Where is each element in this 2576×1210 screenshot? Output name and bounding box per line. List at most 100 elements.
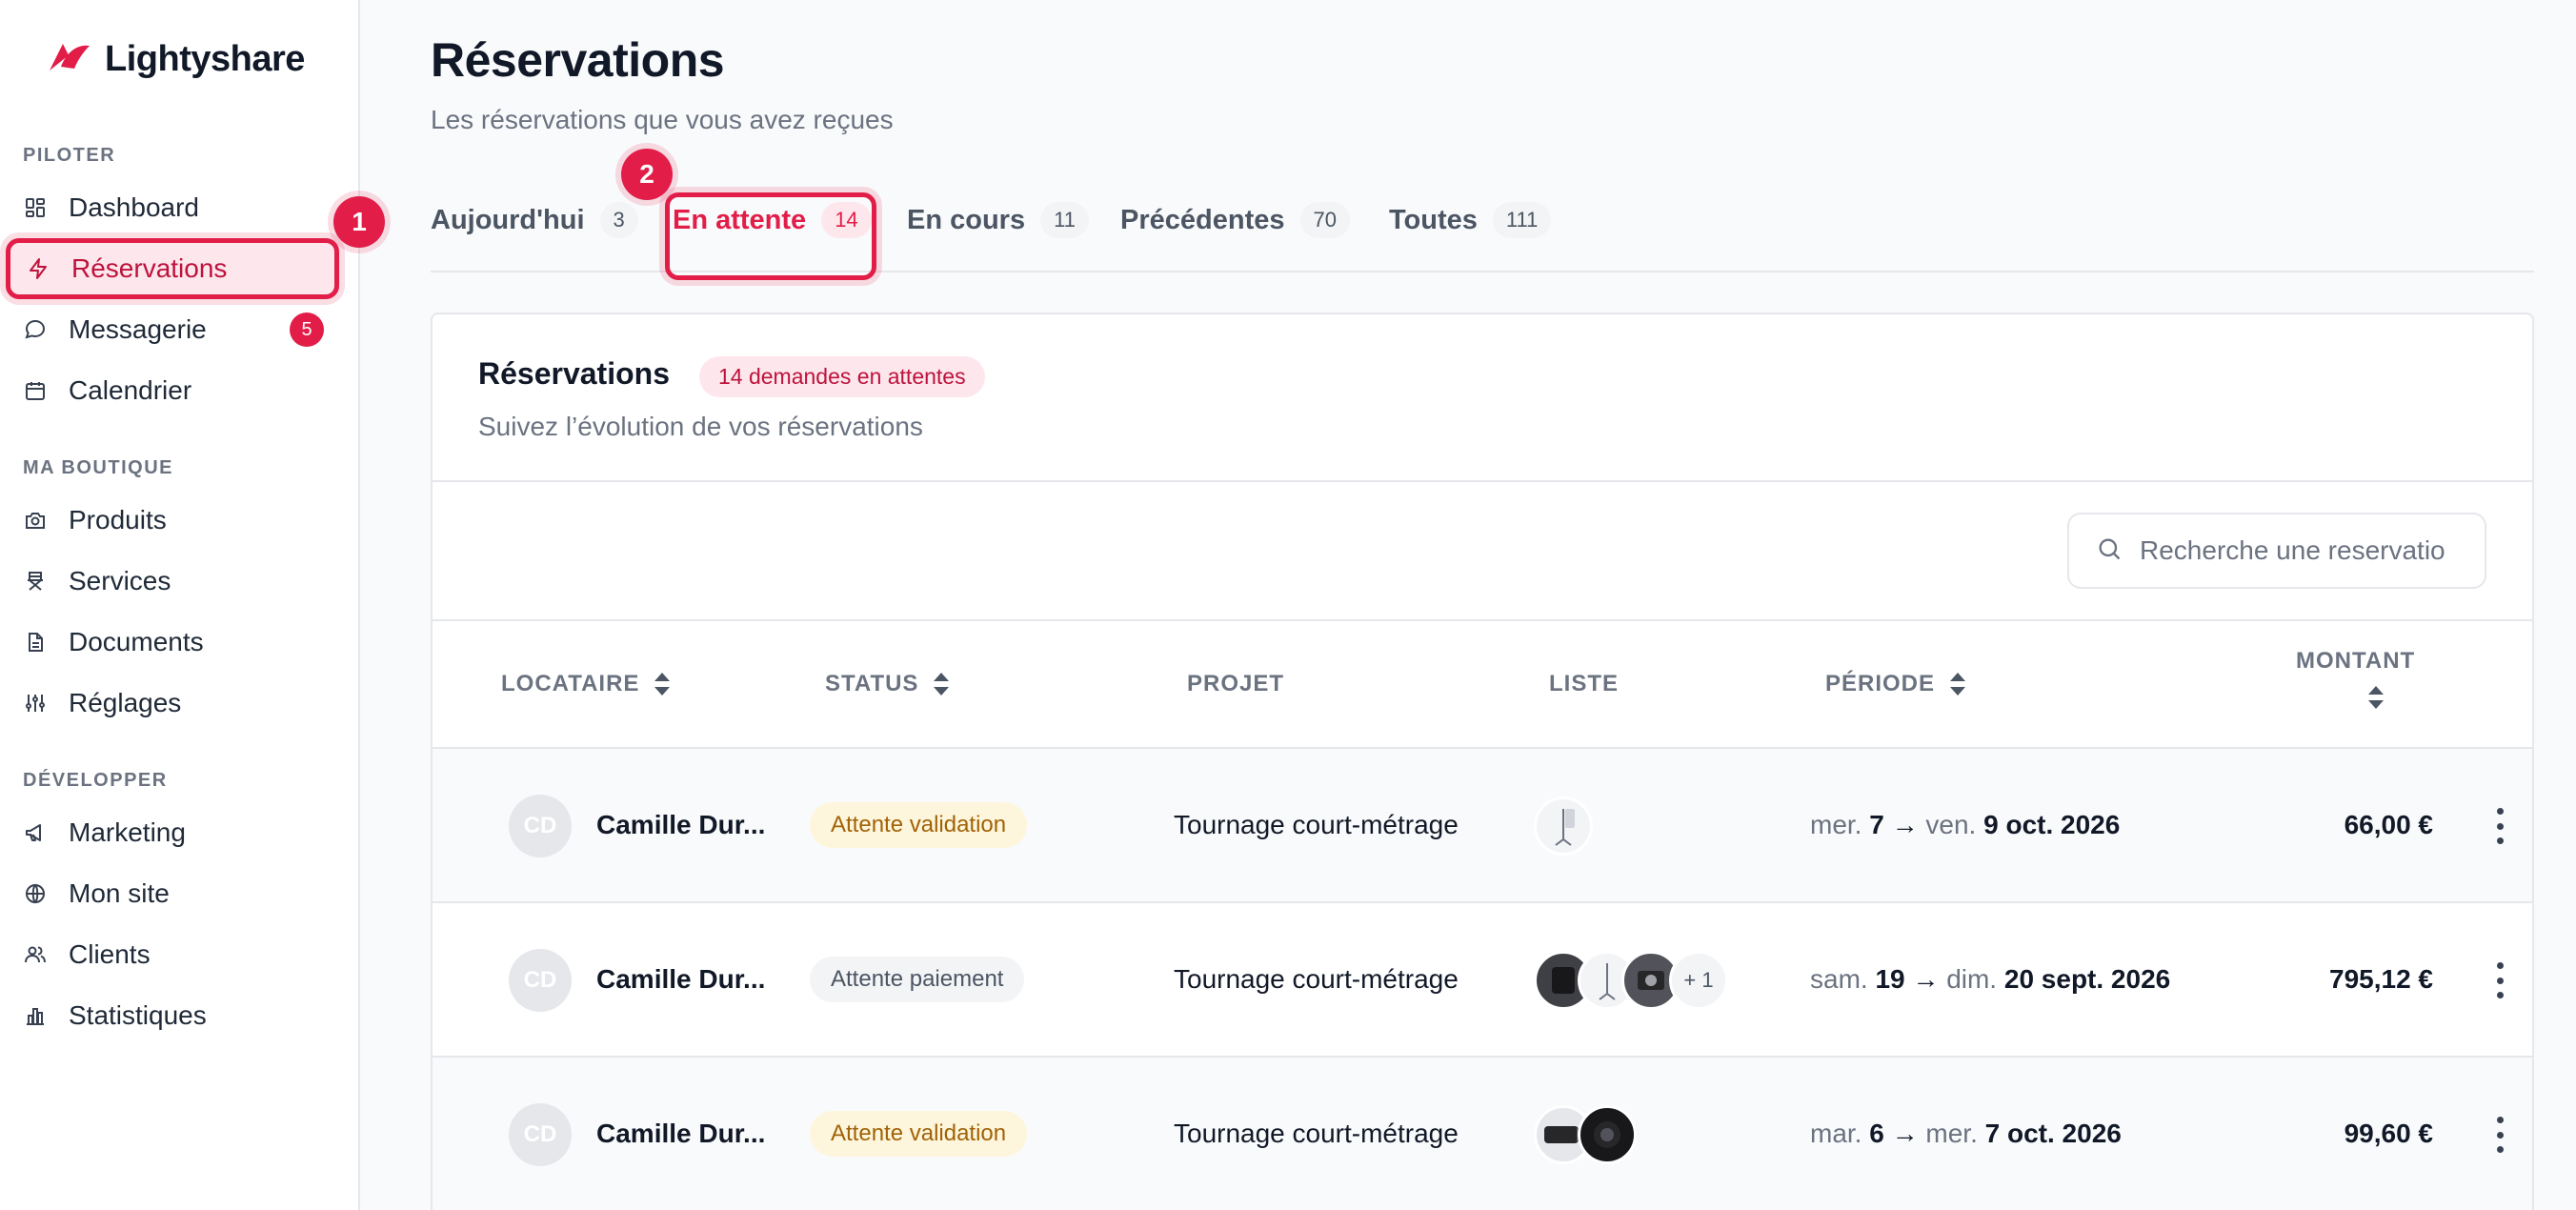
dashboard-icon <box>23 195 48 220</box>
status-badge: Attente validation <box>810 1111 1028 1157</box>
product-list[interactable]: + 1 <box>1534 951 1728 1010</box>
table-header: LOCATAIRE STATUS PROJET LISTE PÉRIODE MO… <box>433 619 2532 749</box>
tab-precedentes[interactable]: Précédentes 70 <box>1120 198 1350 242</box>
column-header-projet: PROJET <box>1187 671 1284 697</box>
tab-count: 14 <box>821 202 872 238</box>
sidebar-item-label: Calendrier <box>69 375 192 405</box>
column-header-status[interactable]: STATUS <box>825 671 951 697</box>
sidebar-item-mon-site[interactable]: Mon site <box>0 863 343 924</box>
sidebar-item-label: Mon site <box>69 878 170 908</box>
bar-chart-icon <box>23 1003 48 1028</box>
tab-count: 111 <box>1492 202 1552 238</box>
tab-toutes[interactable]: Toutes 111 <box>1389 198 1552 242</box>
rental-period: mer. 7 → ven. 9 oct. 2026 <box>1810 810 2120 840</box>
column-label: LOCATAIRE <box>501 671 640 696</box>
column-header-locataire[interactable]: LOCATAIRE <box>501 671 672 697</box>
tab-label: Précédentes <box>1120 204 1285 235</box>
brand-name: Lightyshare <box>105 39 305 79</box>
tab-label: Aujourd'hui <box>431 204 585 235</box>
sidebar-item-produits[interactable]: Produits <box>0 490 343 551</box>
status-badge: Attente validation <box>810 802 1028 848</box>
lightyshare-logo-icon <box>46 38 91 81</box>
avatar: CD <box>509 949 572 1012</box>
search-input[interactable] <box>2140 535 2464 566</box>
reservations-card: Réservations 14 demandes en attentes Sui… <box>431 313 2534 1210</box>
sidebar-item-marketing[interactable]: Marketing <box>0 802 343 863</box>
section-label-piloter: PILOTER <box>23 145 116 166</box>
tenant-name[interactable]: Camille Dur... <box>596 964 765 995</box>
amount: 795,12 € <box>2329 964 2433 994</box>
project-name: Tournage court-métrage <box>1174 964 1459 994</box>
end-day: ven. <box>1925 810 1977 839</box>
sidebar-item-label: Statistiques <box>69 1000 207 1030</box>
card-header: Réservations 14 demandes en attentes Sui… <box>433 314 2532 482</box>
sidebar-item-label: Documents <box>69 627 204 656</box>
more-actions-icon[interactable] <box>2490 1111 2509 1159</box>
tab-count: 11 <box>1040 202 1089 238</box>
tenant-name[interactable]: Camille Dur... <box>596 1119 765 1149</box>
product-list[interactable] <box>1534 1105 1637 1164</box>
table-row[interactable]: CD Camille Dur... Attente paiement Tourn… <box>433 903 2532 1058</box>
amount: 66,00 € <box>2344 810 2433 839</box>
sidebar-item-calendrier[interactable]: Calendrier <box>0 360 343 421</box>
product-list[interactable] <box>1534 797 1593 856</box>
column-label: PROJET <box>1187 671 1285 696</box>
sidebar-item-label: Services <box>69 566 171 595</box>
table-row[interactable]: CD Camille Dur... Attente validation Tou… <box>433 749 2532 903</box>
section-label-ma-boutique: MA BOUTIQUE <box>23 457 173 478</box>
start-day: sam. <box>1810 964 1868 994</box>
more-actions-icon[interactable] <box>2490 802 2509 850</box>
tenant-name[interactable]: Camille Dur... <box>596 810 765 840</box>
card-title: Réservations <box>478 356 670 391</box>
tab-label: En attente <box>673 204 807 235</box>
globe-icon <box>23 881 48 906</box>
end-day: dim. <box>1946 964 1998 994</box>
start-date: 7 <box>1869 810 1884 839</box>
amount: 99,60 € <box>2344 1119 2433 1148</box>
column-label: LISTE <box>1549 671 1620 696</box>
chat-icon <box>23 317 48 342</box>
tab-label: En cours <box>907 204 1026 235</box>
sidebar-item-statistiques[interactable]: Statistiques <box>0 985 343 1046</box>
megaphone-icon <box>23 820 48 845</box>
status-badge: Attente paiement <box>810 957 1025 1002</box>
tab-aujourdhui[interactable]: Aujourd'hui 3 <box>431 198 638 242</box>
camera-icon <box>23 508 48 533</box>
end-date: 7 oct. 2026 <box>1984 1119 2122 1148</box>
sidebar-item-dashboard[interactable]: Dashboard <box>0 177 343 238</box>
sidebar-item-services[interactable]: Services <box>0 551 343 612</box>
annotation-marker-2: 2 <box>621 149 673 200</box>
logo[interactable]: Lightyshare <box>46 38 305 81</box>
project-name: Tournage court-métrage <box>1174 1119 1459 1148</box>
sidebar-item-reservations[interactable]: Réservations <box>6 238 339 299</box>
more-actions-icon[interactable] <box>2490 957 2509 1004</box>
sidebar: Lightyshare PILOTER Dashboard Réservatio… <box>0 0 360 1210</box>
table-row[interactable]: CD Camille Dur... Attente validation Tou… <box>433 1058 2532 1210</box>
column-label: PÉRIODE <box>1825 671 1936 696</box>
project-name: Tournage court-métrage <box>1174 810 1459 839</box>
card-subtitle: Suivez l’évolution de vos réservations <box>478 412 923 441</box>
sliders-icon <box>23 691 48 716</box>
tab-en-cours[interactable]: En cours 11 <box>907 198 1089 242</box>
page-subtitle: Les réservations que vous avez reçues <box>431 105 894 134</box>
sidebar-item-reglages[interactable]: Réglages <box>0 673 343 734</box>
rental-period: mar. 6 → mer. 7 oct. 2026 <box>1810 1119 2122 1149</box>
search-box[interactable] <box>2067 513 2486 589</box>
tab-en-attente[interactable]: En attente 14 <box>673 198 872 242</box>
column-header-periode[interactable]: PÉRIODE <box>1825 671 1967 697</box>
column-header-montant[interactable]: MONTANT <box>2296 648 2415 711</box>
start-date: 19 <box>1875 964 1905 994</box>
tab-count: 70 <box>1299 202 1350 238</box>
light-stand-thumbnail-icon <box>1534 797 1593 856</box>
avatar: CD <box>509 1103 572 1166</box>
sidebar-item-messagerie[interactable]: Messagerie 5 <box>0 299 343 360</box>
rental-period: sam. 19 → dim. 20 sept. 2026 <box>1810 964 2170 995</box>
sidebar-item-documents[interactable]: Documents <box>0 612 343 673</box>
start-day: mer. <box>1810 810 1862 839</box>
start-day: mar. <box>1810 1119 1862 1148</box>
tab-label: Toutes <box>1389 204 1478 235</box>
start-date: 6 <box>1869 1119 1884 1148</box>
sort-icon <box>2366 684 2385 711</box>
sidebar-item-clients[interactable]: Clients <box>0 924 343 985</box>
director-chair-icon <box>23 569 48 594</box>
